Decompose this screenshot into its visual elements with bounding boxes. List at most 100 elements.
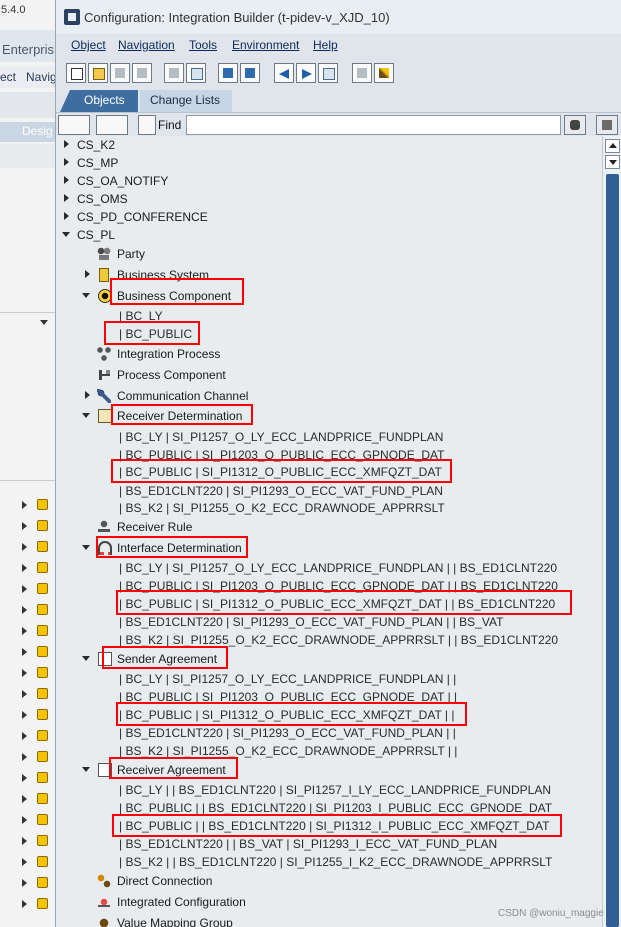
background-tree-row[interactable] — [0, 642, 56, 663]
expand-arrow-icon[interactable] — [22, 564, 27, 572]
expand-arrow-icon[interactable] — [22, 879, 27, 887]
expand-arrow-icon[interactable] — [22, 606, 27, 614]
expand-arrow-icon[interactable] — [22, 816, 27, 824]
expand-arrow-icon[interactable] — [64, 140, 69, 148]
expand-arrow-icon[interactable] — [22, 837, 27, 845]
stop-search-button[interactable] — [596, 115, 618, 135]
list-view-button[interactable] — [318, 63, 338, 83]
background-tree-row[interactable] — [0, 516, 56, 537]
chevron-down-icon[interactable] — [40, 320, 48, 325]
background-tree-row[interactable] — [0, 831, 56, 852]
tree-leaf-interface-determination[interactable]: | BS_ED1CLNT220 | SI_PI1293_O_ECC_VAT_FU… — [56, 613, 602, 631]
tree-leaf-sender-agreement[interactable]: | BC_LY | SI_PI1257_O_LY_ECC_LANDPRICE_F… — [56, 670, 602, 688]
expand-arrow-icon[interactable] — [85, 391, 90, 399]
expand-arrow-icon[interactable] — [22, 795, 27, 803]
collapse-panel-button[interactable] — [138, 115, 156, 135]
tree-leaf-receiver-determination[interactable]: | BS_ED1CLNT220 | SI_PI1293_O_ECC_VAT_FU… — [56, 482, 602, 500]
tree-leaf-receiver-agreement[interactable]: | BC_LY | | BS_ED1CLNT220 | SI_PI1257_I_… — [56, 781, 602, 799]
background-menu-navigation[interactable]: Navig — [26, 70, 57, 84]
expand-arrow-icon[interactable] — [64, 176, 69, 184]
expand-arrow-icon[interactable] — [22, 669, 27, 677]
tree-leaf-receiver-agreement[interactable]: | BS_ED1CLNT220 | | BS_VAT | SI_PI1293_I… — [56, 835, 602, 853]
scroll-up-button[interactable] — [605, 139, 620, 153]
expand-arrow-icon[interactable] — [22, 900, 27, 908]
tree-leaf-receiver-determination[interactable]: | BS_K2 | SI_PI1255_O_K2_ECC_DRAWNODE_AP… — [56, 499, 602, 517]
background-tree-row[interactable] — [0, 579, 56, 600]
tree-leaf-receiver-determination[interactable]: | BC_LY | SI_PI1257_O_LY_ECC_LANDPRICE_F… — [56, 428, 602, 446]
forward-arrow-icon[interactable] — [296, 63, 316, 83]
navigate-button[interactable] — [218, 63, 238, 83]
window-titlebar[interactable]: Configuration: Integration Builder (t-pi… — [56, 0, 621, 34]
settings-button[interactable] — [352, 63, 372, 83]
expand-arrow-icon[interactable] — [22, 585, 27, 593]
collapse-arrow-icon[interactable] — [82, 656, 90, 661]
scrollbar-thumb[interactable] — [606, 174, 619, 927]
background-tree-row[interactable] — [0, 747, 56, 768]
tree-category-process-component[interactable]: Process Component — [56, 366, 602, 384]
background-tree-row[interactable] — [0, 768, 56, 789]
wizard-wand-icon[interactable] — [374, 63, 394, 83]
new-object-button[interactable] — [66, 63, 86, 83]
delete-object-button[interactable] — [132, 63, 152, 83]
background-tree-row[interactable] — [0, 495, 56, 516]
tree-category-communication-channel[interactable]: Communication Channel — [56, 387, 602, 405]
background-tree-row[interactable] — [0, 537, 56, 558]
refresh-button[interactable] — [240, 63, 260, 83]
expand-arrow-icon[interactable] — [22, 501, 27, 509]
tree-category-receiver-rule[interactable]: Receiver Rule — [56, 518, 602, 536]
tree-node-cs-pd-conference[interactable]: CS_PD_CONFERENCE — [56, 208, 602, 226]
collapse-arrow-icon[interactable] — [82, 545, 90, 550]
menu-navigation[interactable]: Navigation — [118, 38, 175, 52]
background-tree-row[interactable] — [0, 894, 56, 915]
expand-arrow-icon[interactable] — [22, 732, 27, 740]
display-selector-dropdown[interactable] — [96, 115, 128, 135]
collapse-arrow-icon[interactable] — [62, 232, 70, 237]
expand-arrow-icon[interactable] — [22, 858, 27, 866]
tree-node-cs-oa-notify[interactable]: CS_OA_NOTIFY — [56, 172, 602, 190]
tree-leaf-receiver-agreement[interactable]: | BS_K2 | | BS_ED1CLNT220 | SI_PI1255_I_… — [56, 853, 602, 871]
background-tree-row[interactable] — [0, 621, 56, 642]
menu-help[interactable]: Help — [313, 38, 338, 52]
tab-change-lists[interactable]: Change Lists — [140, 90, 232, 112]
binoculars-search-icon[interactable] — [564, 115, 586, 135]
background-tree-row[interactable] — [0, 810, 56, 831]
background-tree-row[interactable] — [0, 726, 56, 747]
expand-arrow-icon[interactable] — [85, 270, 90, 278]
open-object-button[interactable] — [88, 63, 108, 83]
menu-tools[interactable]: Tools — [189, 38, 217, 52]
expand-arrow-icon[interactable] — [64, 194, 69, 202]
tab-objects[interactable]: Objects — [60, 90, 138, 112]
tree-leaf-sender-agreement[interactable]: | BS_ED1CLNT220 | SI_PI1293_O_ECC_VAT_FU… — [56, 724, 602, 742]
view-selector-dropdown[interactable] — [58, 115, 90, 135]
expand-arrow-icon[interactable] — [22, 543, 27, 551]
scroll-down-button[interactable] — [605, 155, 620, 169]
expand-arrow-icon[interactable] — [22, 753, 27, 761]
expand-arrow-icon[interactable] — [22, 648, 27, 656]
background-tree-row[interactable] — [0, 789, 56, 810]
background-tree-row[interactable] — [0, 705, 56, 726]
tree-category-party[interactable]: Party — [56, 245, 602, 263]
tree-node-cs-k2[interactable]: CS_K2 — [56, 136, 602, 154]
tree-node-cs-mp[interactable]: CS_MP — [56, 154, 602, 172]
expand-arrow-icon[interactable] — [22, 522, 27, 530]
tree-leaf-interface-determination[interactable]: | BC_LY | SI_PI1257_O_LY_ECC_LANDPRICE_F… — [56, 559, 602, 577]
background-menu-object[interactable]: ect — [0, 70, 16, 84]
find-input[interactable] — [186, 115, 561, 135]
background-tree-row[interactable] — [0, 600, 56, 621]
expand-arrow-icon[interactable] — [22, 690, 27, 698]
background-tree-row[interactable] — [0, 852, 56, 873]
tree-category-integration-process[interactable]: Integration Process — [56, 345, 602, 363]
expand-arrow-icon[interactable] — [64, 158, 69, 166]
background-tree-row[interactable] — [0, 663, 56, 684]
copy-object-button[interactable] — [110, 63, 130, 83]
menu-environment[interactable]: Environment — [232, 38, 299, 52]
tree-category-direct-connection[interactable]: Direct Connection — [56, 872, 602, 890]
expand-arrow-icon[interactable] — [64, 212, 69, 220]
expand-arrow-icon[interactable] — [22, 627, 27, 635]
tree-node-cs-pl[interactable]: CS_PL — [56, 226, 602, 244]
menu-object[interactable]: Object — [71, 38, 106, 52]
copy-button[interactable] — [164, 63, 184, 83]
vertical-scrollbar[interactable] — [602, 136, 621, 927]
expand-arrow-icon[interactable] — [22, 711, 27, 719]
check-button[interactable] — [186, 63, 206, 83]
